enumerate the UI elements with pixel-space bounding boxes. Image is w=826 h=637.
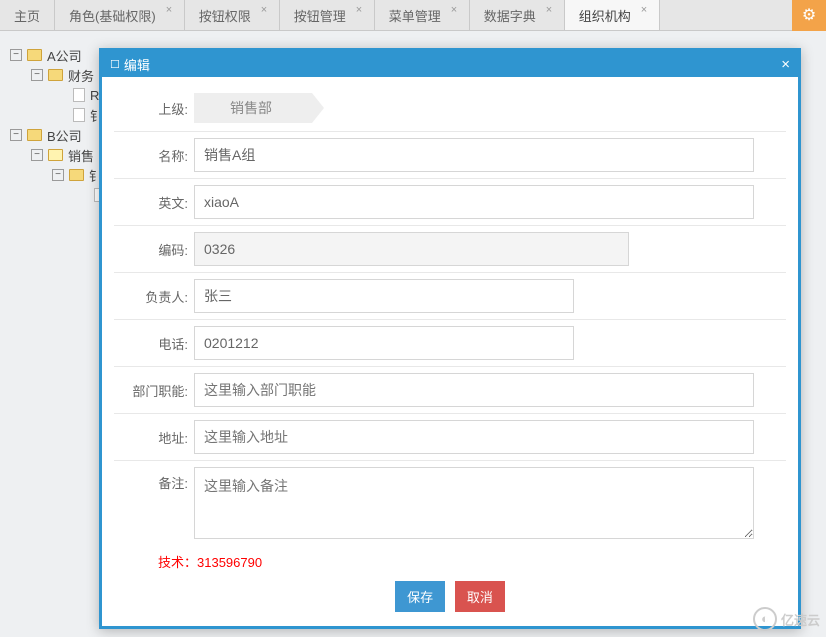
owner-input[interactable] [194, 279, 574, 313]
logo-icon: ◐ [753, 607, 777, 631]
owner-label: 负责人: [114, 287, 194, 306]
tab-bar: 主页 角色(基础权限)× 按钮权限× 按钮管理× 菜单管理× 数据字典× 组织机… [0, 0, 826, 31]
address-input[interactable] [194, 420, 754, 454]
watermark-logo: ◐ 亿速云 [753, 607, 820, 631]
close-icon[interactable]: × [356, 5, 366, 15]
name-input[interactable] [194, 138, 754, 172]
func-label: 部门职能: [114, 381, 194, 400]
edit-dialog: ☐ 编辑 × 上级: 销售部 名称: 英文: 编码: 负责人: 电话: [99, 48, 801, 629]
cancel-button[interactable]: 取消 [455, 581, 505, 612]
tab-home[interactable]: 主页 [0, 0, 55, 30]
tab-btnperm[interactable]: 按钮权限× [185, 0, 280, 30]
remark-label: 备注: [114, 461, 194, 492]
tab-dict[interactable]: 数据字典× [470, 0, 565, 30]
page-icon [73, 108, 85, 122]
close-icon[interactable]: × [781, 56, 790, 73]
gear-icon[interactable]: ⚙ [792, 0, 826, 31]
parent-label: 上级: [114, 99, 194, 118]
name-label: 名称: [114, 146, 194, 165]
tech-contact: 技术：313596790 [158, 552, 786, 571]
collapse-icon[interactable]: − [31, 149, 43, 161]
folder-icon [48, 69, 63, 81]
remark-textarea[interactable] [194, 467, 754, 539]
dialog-body: 上级: 销售部 名称: 英文: 编码: 负责人: 电话: 部门职能: [102, 77, 798, 626]
collapse-icon[interactable]: − [10, 129, 22, 141]
function-input[interactable] [194, 373, 754, 407]
tab-org[interactable]: 组织机构× [565, 0, 660, 30]
addr-label: 地址: [114, 428, 194, 447]
dialog-header: ☐ 编辑 × [102, 51, 798, 77]
save-button[interactable]: 保存 [395, 581, 445, 612]
close-icon[interactable]: × [451, 5, 461, 15]
collapse-icon[interactable]: − [10, 49, 22, 61]
folder-icon [27, 129, 42, 141]
phone-input[interactable] [194, 326, 574, 360]
breadcrumb-segment[interactable]: 销售部 [194, 93, 312, 123]
en-label: 英文: [114, 193, 194, 212]
page-icon [73, 88, 85, 102]
collapse-icon[interactable]: − [52, 169, 64, 181]
close-icon[interactable]: × [546, 5, 556, 15]
tab-menu[interactable]: 菜单管理× [375, 0, 470, 30]
window-icon: ☐ [110, 58, 120, 71]
close-icon[interactable]: × [166, 5, 176, 15]
dialog-buttons: 保存 取消 [114, 581, 786, 612]
phone-label: 电话: [114, 334, 194, 353]
collapse-icon[interactable]: − [31, 69, 43, 81]
dialog-title: 编辑 [124, 55, 150, 74]
close-icon[interactable]: × [261, 5, 271, 15]
english-input[interactable] [194, 185, 754, 219]
tab-btnmgmt[interactable]: 按钮管理× [280, 0, 375, 30]
tab-role[interactable]: 角色(基础权限)× [55, 0, 185, 30]
parent-breadcrumb[interactable]: 销售部 [194, 87, 786, 129]
close-icon[interactable]: × [641, 5, 651, 15]
folder-icon [27, 49, 42, 61]
folder-icon [69, 169, 84, 181]
code-label: 编码: [114, 240, 194, 259]
code-input [194, 232, 629, 266]
folder-icon [48, 149, 63, 161]
